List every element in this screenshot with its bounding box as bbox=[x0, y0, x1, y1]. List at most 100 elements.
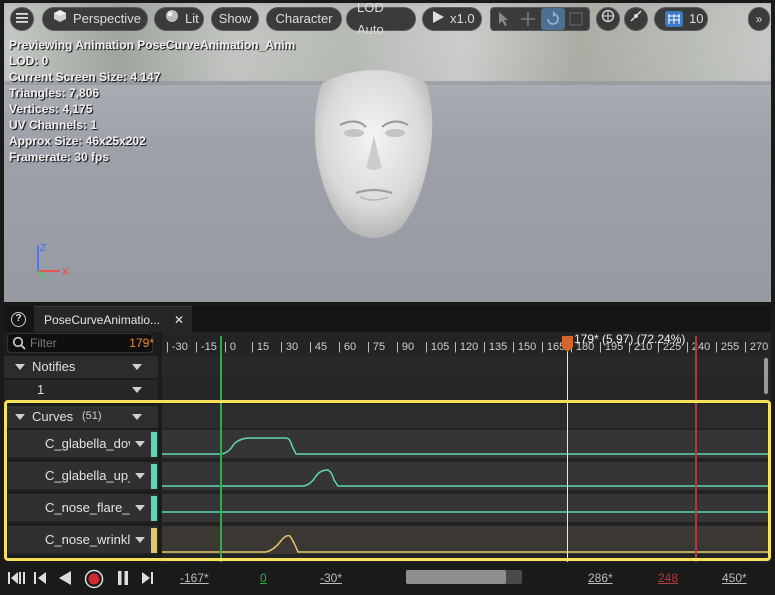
curves-label: Curves bbox=[32, 409, 74, 424]
notify-lane[interactable] bbox=[162, 380, 771, 402]
curves-header-lane bbox=[162, 404, 771, 428]
curve-menu-icon[interactable] bbox=[135, 537, 145, 543]
face-mesh-preview[interactable] bbox=[304, 63, 444, 248]
notify-track-row[interactable]: 1 bbox=[4, 380, 158, 400]
lod-button[interactable]: LOD Auto bbox=[346, 3, 416, 37]
curve-menu-icon[interactable] bbox=[135, 441, 145, 447]
scroll-range-end[interactable]: 286* bbox=[588, 571, 613, 585]
character-label: Character bbox=[275, 11, 333, 26]
pause-icon[interactable] bbox=[116, 570, 130, 589]
tab-pose-curve-animation[interactable]: PoseCurveAnimatio... ✕ bbox=[34, 306, 192, 332]
curve-graph bbox=[162, 511, 770, 513]
more-options-button[interactable]: » bbox=[748, 7, 770, 31]
notify-track-menu-icon[interactable] bbox=[132, 387, 142, 393]
curve-track-row[interactable]: C_glabella_up_ bbox=[8, 462, 158, 491]
show-label: Show bbox=[218, 11, 252, 26]
horizontal-scrollbar[interactable] bbox=[406, 570, 522, 584]
skip-to-start-icon[interactable] bbox=[8, 570, 28, 589]
stat-triangles: Triangles: 7,806 bbox=[9, 86, 100, 100]
curve-color-swatch[interactable] bbox=[151, 528, 157, 553]
curve-track-row[interactable]: C_nose_wrinkl bbox=[8, 526, 158, 555]
anim-sequence-panel: ? PoseCurveAnimatio... ✕ Filter 179* Not… bbox=[4, 306, 771, 595]
working-range-end[interactable]: 248 bbox=[658, 571, 678, 585]
viewport-stats: Previewing Animation PoseCurveAnimation_… bbox=[9, 37, 295, 165]
ruler-tick: | 120 bbox=[454, 341, 479, 353]
scrollbar-thumb[interactable] bbox=[406, 570, 506, 584]
show-button[interactable]: Show bbox=[211, 7, 259, 31]
timeline-area[interactable]: | -30 | -15 | 0 | 15 | 30 | 45 | 60 | 75… bbox=[162, 332, 771, 562]
view-range-end[interactable]: 450* bbox=[722, 571, 747, 585]
ruler-tick: | -30 bbox=[166, 341, 188, 353]
tab-label: PoseCurveAnimatio... bbox=[44, 313, 161, 327]
step-forward-icon[interactable] bbox=[140, 570, 154, 589]
world-local-button[interactable] bbox=[596, 7, 620, 31]
perspective-button[interactable]: Perspective bbox=[42, 7, 148, 31]
curve-track-row[interactable]: C_glabella_dov bbox=[8, 430, 158, 459]
end-marker[interactable] bbox=[695, 336, 697, 562]
playhead-line[interactable] bbox=[567, 346, 568, 562]
notifies-lane[interactable] bbox=[162, 356, 771, 378]
curve-color-swatch[interactable] bbox=[151, 464, 157, 489]
scroll-range-start[interactable]: -30* bbox=[320, 571, 342, 585]
curves-track-header[interactable]: Curves (51) bbox=[4, 406, 158, 428]
curve-track-row[interactable]: C_nose_flare_p bbox=[8, 494, 158, 523]
stat-screen-size: Current Screen Size: 4.147 bbox=[9, 70, 161, 84]
ruler-tick: | 165 bbox=[541, 341, 566, 353]
curves-count: (51) bbox=[82, 410, 102, 422]
stat-lod: LOD: 0 bbox=[9, 54, 49, 68]
ruler-tick: | 105 bbox=[425, 341, 450, 353]
play-reverse-icon[interactable] bbox=[58, 570, 72, 589]
curve-lane[interactable] bbox=[162, 526, 770, 556]
expand-caret-icon[interactable] bbox=[15, 364, 25, 370]
rotate-icon[interactable] bbox=[541, 8, 565, 30]
cube-icon bbox=[53, 8, 67, 30]
viewport-menu-button[interactable] bbox=[10, 7, 34, 31]
svg-text:Y: Y bbox=[40, 273, 46, 281]
stat-framerate: Framerate: 30 fps bbox=[9, 150, 110, 164]
translate-icon[interactable] bbox=[521, 12, 535, 31]
notifies-label: Notifies bbox=[32, 359, 76, 374]
curve-name: C_nose_flare_p bbox=[45, 500, 130, 515]
transform-tools-group bbox=[490, 7, 590, 31]
surface-snap-button[interactable] bbox=[624, 7, 648, 31]
curves-menu-icon[interactable] bbox=[132, 414, 142, 420]
collapse-caret-icon[interactable] bbox=[15, 414, 25, 420]
curve-lane[interactable] bbox=[162, 462, 770, 492]
curve-lane[interactable] bbox=[162, 430, 770, 460]
play-speed-button[interactable]: x1.0 bbox=[422, 7, 482, 31]
ruler-tick: | 270 bbox=[744, 341, 769, 353]
grid-snap-button[interactable]: 10 bbox=[654, 7, 708, 31]
filter-box[interactable]: Filter 179* bbox=[7, 333, 154, 353]
curve-name: C_glabella_dov bbox=[45, 436, 130, 451]
ruler-tick: | 255 bbox=[715, 341, 740, 353]
select-icon[interactable] bbox=[497, 11, 511, 32]
curve-name: C_glabella_up_ bbox=[45, 468, 130, 483]
start-marker[interactable] bbox=[220, 336, 222, 562]
ruler-tick: | 150 bbox=[512, 341, 537, 353]
scale-icon[interactable] bbox=[569, 12, 583, 31]
curve-lane[interactable] bbox=[162, 494, 770, 524]
character-button[interactable]: Character bbox=[266, 7, 342, 31]
viewport[interactable]: Perspective Lit Show Character LOD Auto … bbox=[4, 3, 771, 302]
curve-name: C_nose_wrinkl bbox=[45, 532, 130, 547]
step-back-icon[interactable] bbox=[34, 570, 48, 589]
curve-color-swatch[interactable] bbox=[151, 432, 157, 457]
help-icon[interactable]: ? bbox=[11, 312, 26, 327]
working-range-start[interactable]: 0 bbox=[260, 571, 267, 585]
curve-menu-icon[interactable] bbox=[135, 505, 145, 511]
axis-gizmo: Z X Y bbox=[30, 241, 80, 283]
curve-menu-icon[interactable] bbox=[135, 473, 145, 479]
stat-uv-channels: UV Channels: 1 bbox=[9, 118, 98, 132]
curve-color-swatch[interactable] bbox=[151, 496, 157, 521]
close-icon[interactable]: ✕ bbox=[174, 307, 184, 333]
lod-label: LOD Auto bbox=[357, 3, 384, 37]
ruler-tick: | 135 bbox=[483, 341, 508, 353]
record-icon[interactable] bbox=[84, 569, 104, 592]
stat-approx-size: Approx Size: 46x25x202 bbox=[9, 134, 146, 148]
notifies-track-header[interactable]: Notifies bbox=[4, 356, 158, 378]
lit-button[interactable]: Lit bbox=[154, 7, 204, 31]
vertical-scrollbar[interactable] bbox=[764, 358, 768, 394]
view-range-start[interactable]: -167* bbox=[180, 571, 209, 585]
transport-bar: -167* 0 -30* 286* 248 450* bbox=[4, 564, 771, 595]
notifies-menu-icon[interactable] bbox=[132, 364, 142, 370]
